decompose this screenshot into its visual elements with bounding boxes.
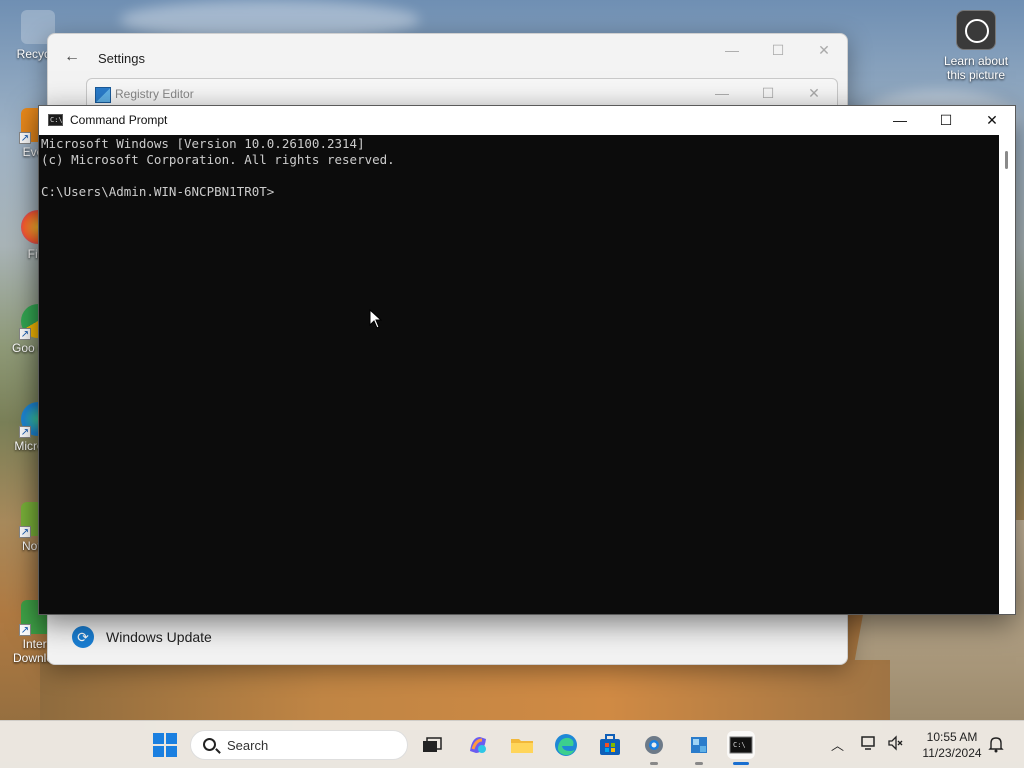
maximize-icon[interactable]: ☐ bbox=[755, 42, 801, 59]
console-prompt: C:\Users\Admin.WIN-6NCPBN1TR0T> bbox=[41, 184, 275, 199]
volume-muted-icon[interactable] bbox=[887, 735, 903, 754]
maximize-button[interactable]: ☐ bbox=[923, 106, 969, 135]
taskbar-registry-editor[interactable] bbox=[685, 731, 713, 765]
console-line: (c) Microsoft Corporation. All rights re… bbox=[41, 152, 395, 167]
windows-update-icon: ⟳ bbox=[72, 626, 94, 648]
copilot-icon bbox=[470, 737, 486, 753]
regedit-icon bbox=[691, 737, 707, 753]
taskbar-search-box[interactable]: Search bbox=[190, 730, 408, 760]
close-icon[interactable]: ✕ bbox=[791, 85, 837, 102]
command-prompt-titlebar[interactable]: C:\ Command Prompt — ☐ ✕ bbox=[39, 106, 1015, 135]
notification-bell-icon[interactable] bbox=[988, 735, 1004, 756]
windows-update-label: Windows Update bbox=[106, 629, 212, 645]
console-output[interactable]: Microsoft Windows [Version 10.0.26100.23… bbox=[39, 135, 999, 614]
search-placeholder: Search bbox=[227, 738, 269, 753]
close-button[interactable]: ✕ bbox=[969, 106, 1015, 135]
start-button[interactable] bbox=[153, 733, 177, 757]
taskbar-task-view[interactable] bbox=[418, 731, 446, 759]
command-prompt-title: Command Prompt bbox=[70, 113, 168, 127]
minimize-icon[interactable]: — bbox=[699, 85, 745, 102]
minimize-icon[interactable]: — bbox=[709, 42, 755, 59]
running-indicator bbox=[650, 762, 658, 765]
svg-text:C:\: C:\ bbox=[733, 741, 746, 749]
desktop-icon-learn-about-picture[interactable]: Learn about this picture bbox=[938, 10, 1014, 82]
network-icon[interactable] bbox=[861, 735, 879, 754]
taskbar-command-prompt[interactable]: C:\ bbox=[727, 731, 755, 765]
registry-editor-title: Registry Editor bbox=[115, 87, 194, 101]
back-arrow-icon[interactable]: ← bbox=[64, 48, 80, 66]
minimize-button[interactable]: — bbox=[877, 106, 923, 135]
settings-window-controls: — ☐ ✕ bbox=[709, 42, 847, 59]
console-line: Microsoft Windows [Version 10.0.26100.23… bbox=[41, 136, 365, 151]
registry-editor-controls: — ☐ ✕ bbox=[699, 85, 837, 102]
learn-about-picture-icon bbox=[956, 10, 996, 50]
maximize-icon[interactable]: ☐ bbox=[745, 85, 791, 102]
command-prompt-window[interactable]: C:\ Command Prompt — ☐ ✕ Microsoft Windo… bbox=[38, 105, 1016, 615]
taskbar: Search C:\ ︿ 10:55 AM 11/23/2024 bbox=[0, 720, 1024, 768]
console-scrollbar-thumb[interactable] bbox=[1005, 151, 1008, 169]
search-icon bbox=[203, 738, 216, 751]
taskbar-clock[interactable]: 10:55 AM 11/23/2024 bbox=[914, 729, 990, 761]
windows-logo-icon bbox=[153, 733, 164, 744]
desktop-icon-label: Learn about this picture bbox=[943, 54, 1009, 82]
taskbar-settings[interactable] bbox=[640, 731, 668, 765]
cmd-icon: C:\ bbox=[729, 736, 753, 754]
taskbar-microsoft-store[interactable] bbox=[596, 731, 624, 759]
file-explorer-icon bbox=[511, 739, 533, 753]
windows-update-nav-item[interactable]: ⟳ Windows Update bbox=[72, 626, 212, 648]
taskbar-edge[interactable] bbox=[552, 731, 580, 759]
taskbar-file-explorer[interactable] bbox=[508, 731, 536, 759]
task-view-icon bbox=[423, 737, 442, 752]
running-indicator bbox=[733, 762, 749, 765]
settings-window-title: Settings bbox=[98, 51, 145, 66]
edge-icon bbox=[555, 734, 577, 756]
close-icon[interactable]: ✕ bbox=[801, 42, 847, 59]
clock-date: 11/23/2024 bbox=[922, 746, 982, 760]
command-prompt-controls: — ☐ ✕ bbox=[877, 106, 1015, 135]
show-hidden-icons-chevron-icon[interactable]: ︿ bbox=[831, 735, 844, 754]
running-indicator bbox=[695, 762, 703, 765]
clock-time: 10:55 AM bbox=[926, 730, 978, 744]
taskbar-copilot[interactable] bbox=[464, 731, 492, 759]
settings-gear-icon bbox=[645, 736, 663, 754]
console-scrollbar[interactable] bbox=[999, 135, 1015, 614]
cmd-icon: C:\ bbox=[48, 114, 63, 126]
store-icon bbox=[600, 734, 620, 755]
regedit-icon bbox=[95, 87, 111, 103]
